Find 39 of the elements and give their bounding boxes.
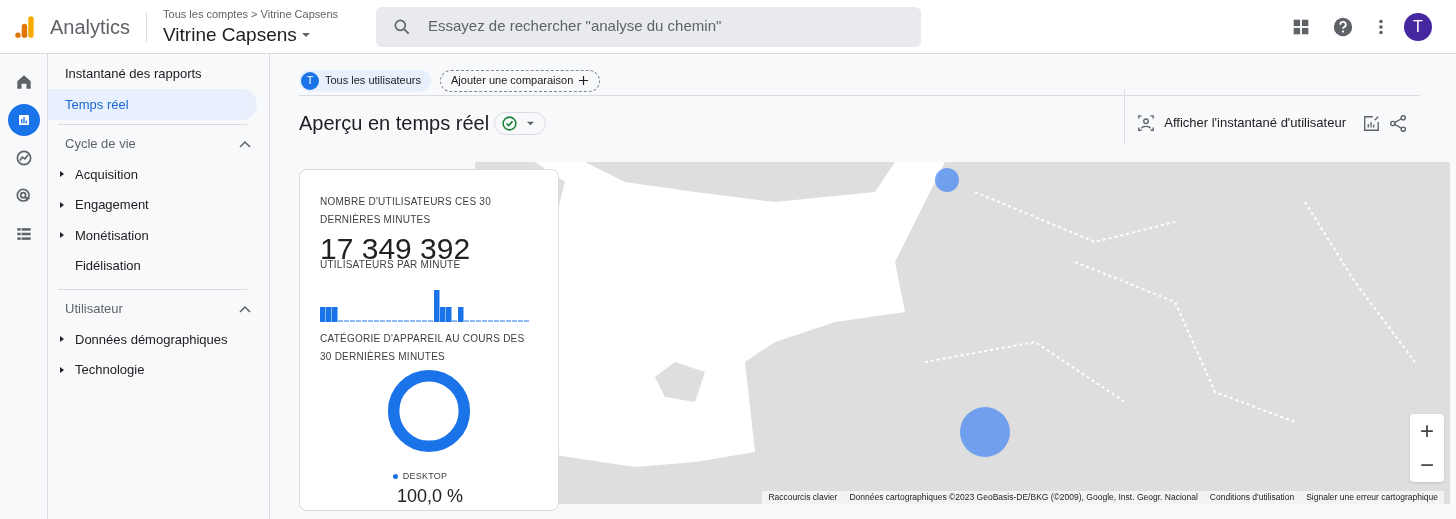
map-link[interactable]: Signaler une erreur cartographique bbox=[1300, 491, 1444, 504]
help-icon[interactable] bbox=[1332, 15, 1354, 38]
segment-avatar: T bbox=[301, 71, 319, 90]
property-selector[interactable]: Vitrine Capsens bbox=[163, 22, 338, 47]
legend-label: DESKTOP bbox=[402, 470, 448, 483]
nav-item[interactable]: Engagement bbox=[75, 195, 149, 215]
check-circle-icon bbox=[501, 114, 519, 132]
breadcrumb[interactable]: Tous les comptes > Vitrine Capsens bbox=[163, 6, 338, 23]
map-attribution[interactable]: Données cartographiques ©2023 GeoBasis-DE/BKG (©2009), Google, Inst. Geogr. Nacional bbox=[843, 491, 1204, 504]
product-name: Analytics bbox=[50, 11, 148, 42]
person-frame-icon bbox=[1137, 114, 1156, 132]
nav-item[interactable]: Monétisation bbox=[75, 225, 149, 245]
user-snapshot-button[interactable]: Afficher l'instantané d'utilisateur bbox=[1133, 113, 1350, 133]
search-input[interactable]: Essayez de rechercher "analyse du chemin" bbox=[428, 15, 905, 38]
nav-item[interactable]: Technologie bbox=[75, 360, 145, 380]
chevron-up-icon bbox=[239, 305, 251, 313]
nav-section-header[interactable]: Cycle de vie bbox=[48, 129, 257, 159]
nav-link[interactable]: Temps réel bbox=[48, 89, 257, 120]
map-link[interactable]: Conditions d'utilisation bbox=[1203, 491, 1301, 504]
avatar[interactable]: T bbox=[1404, 12, 1432, 41]
map-link[interactable]: Raccourcis clavier bbox=[762, 491, 844, 504]
nav-item[interactable]: Fidélisation bbox=[75, 256, 141, 276]
share-icon[interactable] bbox=[1389, 113, 1408, 133]
device-label: CATÉGORIE D'APPAREIL AU COURS DES 30 DERNIÈRES MINUTES bbox=[320, 331, 526, 364]
nav-item[interactable]: Acquisition bbox=[75, 164, 138, 184]
nav-section-header[interactable]: Utilisateur bbox=[48, 294, 257, 324]
nav-item[interactable]: Données démographiques bbox=[75, 329, 228, 349]
device-share-value: 100,0 % bbox=[395, 484, 465, 508]
zoom-in-button[interactable]: + bbox=[1410, 414, 1444, 448]
users-label: NOMBRE D'UTILISATEURS CES 30 DERNIÈRES MINUTES bbox=[320, 195, 492, 227]
edit-chart-icon[interactable] bbox=[1362, 114, 1380, 132]
nav-link[interactable]: Instantané des rapports bbox=[48, 58, 257, 89]
segment-chip[interactable]: T Tous les utilisateurs bbox=[299, 69, 431, 92]
zoom-out-button[interactable]: − bbox=[1410, 448, 1444, 482]
plus-icon bbox=[578, 75, 590, 86]
search-field[interactable]: Essayez de rechercher "analyse du chemin" bbox=[376, 6, 921, 47]
chevron-up-icon bbox=[239, 140, 251, 148]
rail-button[interactable] bbox=[7, 104, 40, 136]
page-title: Aperçu en temps réel bbox=[299, 111, 490, 136]
